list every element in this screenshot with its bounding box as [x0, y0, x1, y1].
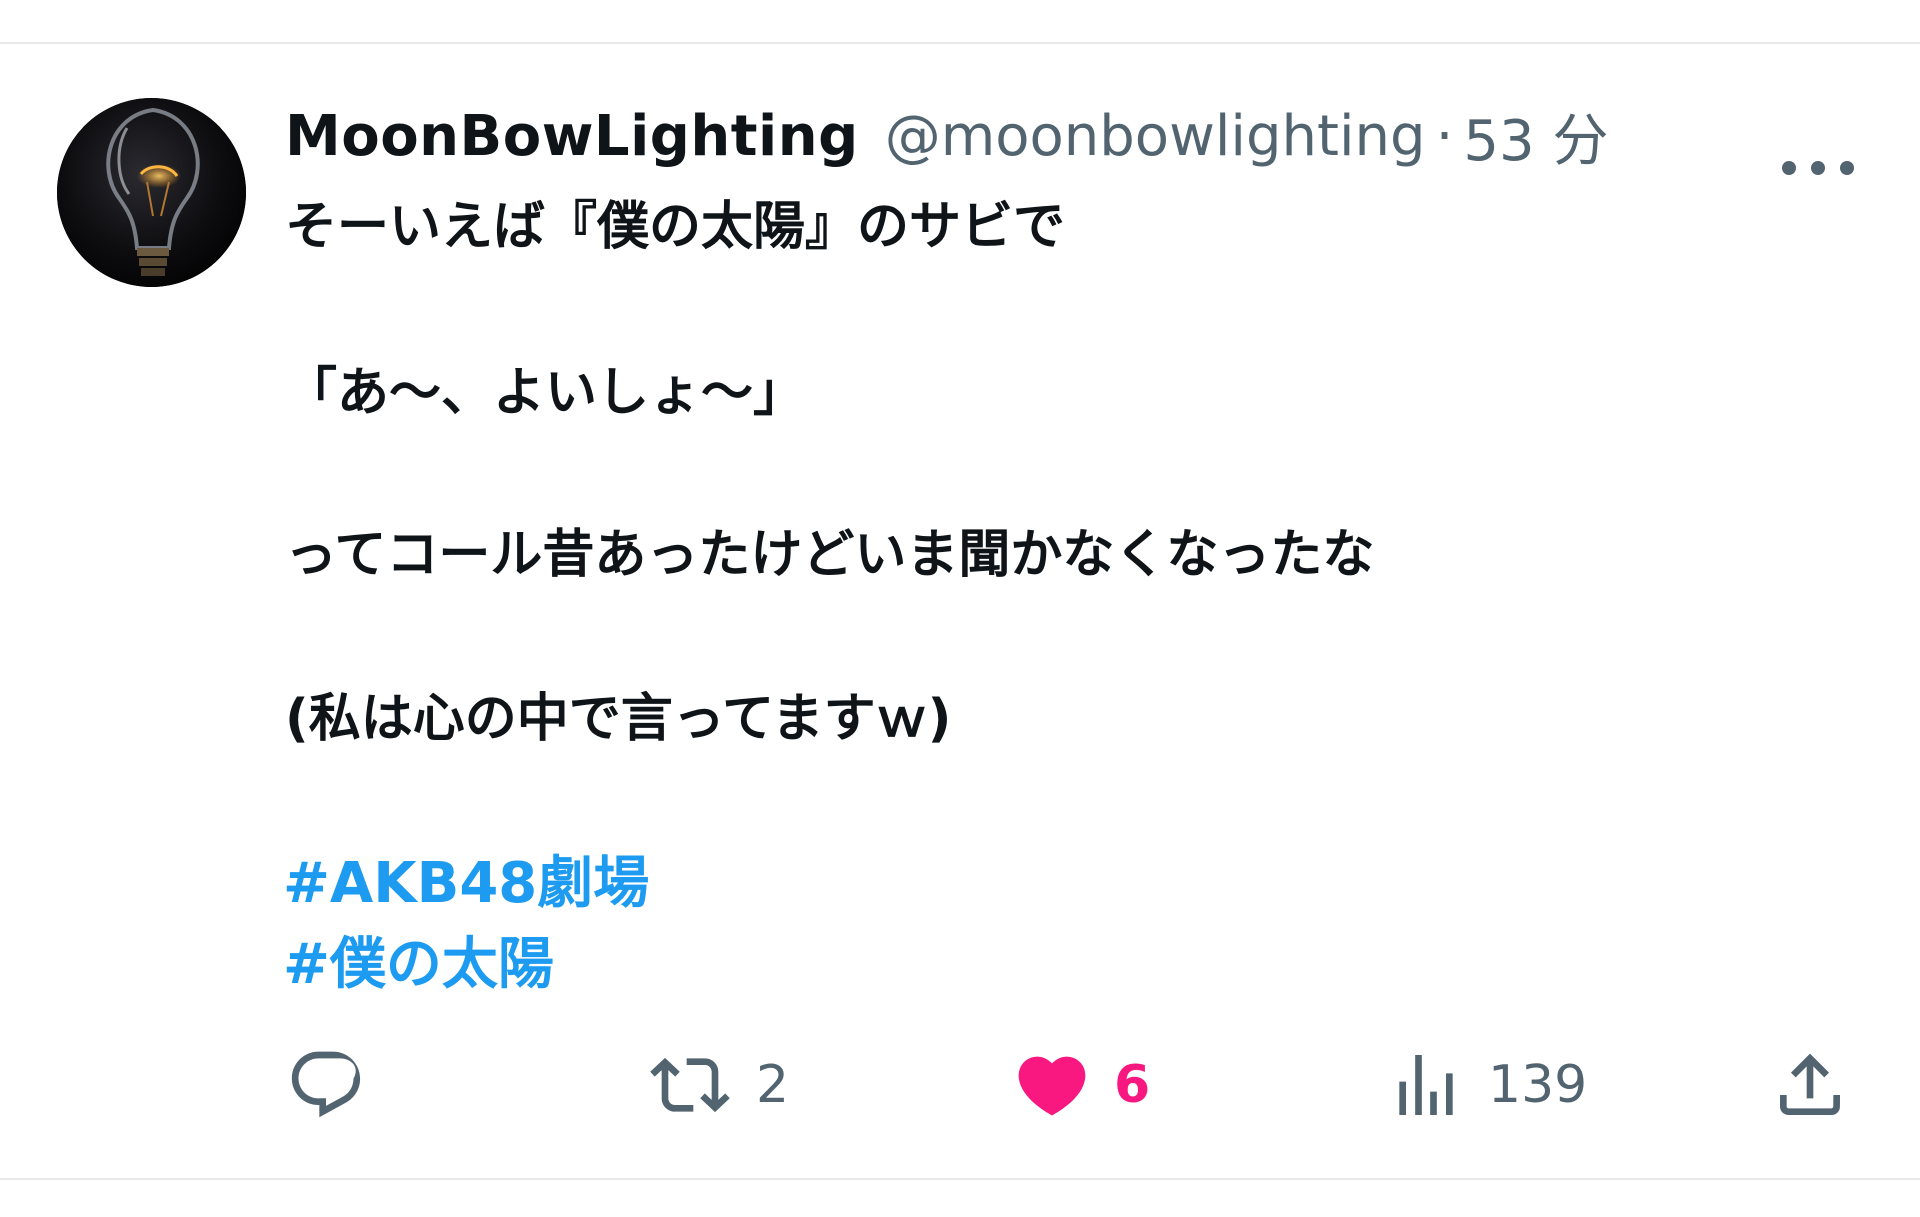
- views-button[interactable]: 139: [1386, 1040, 1587, 1130]
- timestamp[interactable]: 53 分: [1463, 96, 1608, 177]
- tweet-text-line: (私は心の中で言ってますｗ): [285, 689, 952, 749]
- retweet-icon: [650, 1057, 730, 1113]
- tweet[interactable]: MoonBowLighting @moonbowlighting · 53 分 …: [0, 44, 1920, 1178]
- hashtag-link[interactable]: #AKB48劇場: [283, 838, 649, 919]
- reply-button[interactable]: [286, 1040, 388, 1130]
- views-icon: [1399, 1055, 1453, 1115]
- separator: ·: [1435, 103, 1454, 169]
- retweet-count: 2: [756, 1055, 790, 1115]
- tweet-header: MoonBowLighting @moonbowlighting · 53 分: [285, 96, 1608, 176]
- bottom-divider: [0, 1178, 1920, 1180]
- user-handle[interactable]: @moonbowlighting: [885, 104, 1426, 169]
- tweet-text-line: ってコール昔あったけどいま聞かなくなったな: [285, 525, 1375, 585]
- more-dot: [1782, 161, 1796, 175]
- hashtag-link[interactable]: #僕の太陽: [283, 919, 554, 1000]
- display-name[interactable]: MoonBowLighting: [285, 104, 859, 169]
- tweet-text-line: そーいえば『僕の太陽』のサビで: [285, 197, 1066, 257]
- more-options-icon[interactable]: [1782, 158, 1854, 178]
- avatar[interactable]: [57, 98, 246, 287]
- lightbulb-icon: [57, 98, 246, 287]
- heart-icon: [1018, 1056, 1086, 1116]
- reply-icon: [291, 1051, 361, 1118]
- tweet-text-line: 「あ〜、よいしょ〜」: [285, 363, 806, 423]
- more-dot: [1840, 161, 1854, 175]
- share-button[interactable]: [1770, 1040, 1850, 1130]
- views-count: 139: [1488, 1055, 1588, 1115]
- like-count: 6: [1114, 1055, 1151, 1115]
- more-dot: [1811, 161, 1825, 175]
- like-button[interactable]: 6: [1012, 1040, 1150, 1130]
- retweet-button[interactable]: 2: [646, 1040, 789, 1130]
- share-icon: [1780, 1053, 1840, 1115]
